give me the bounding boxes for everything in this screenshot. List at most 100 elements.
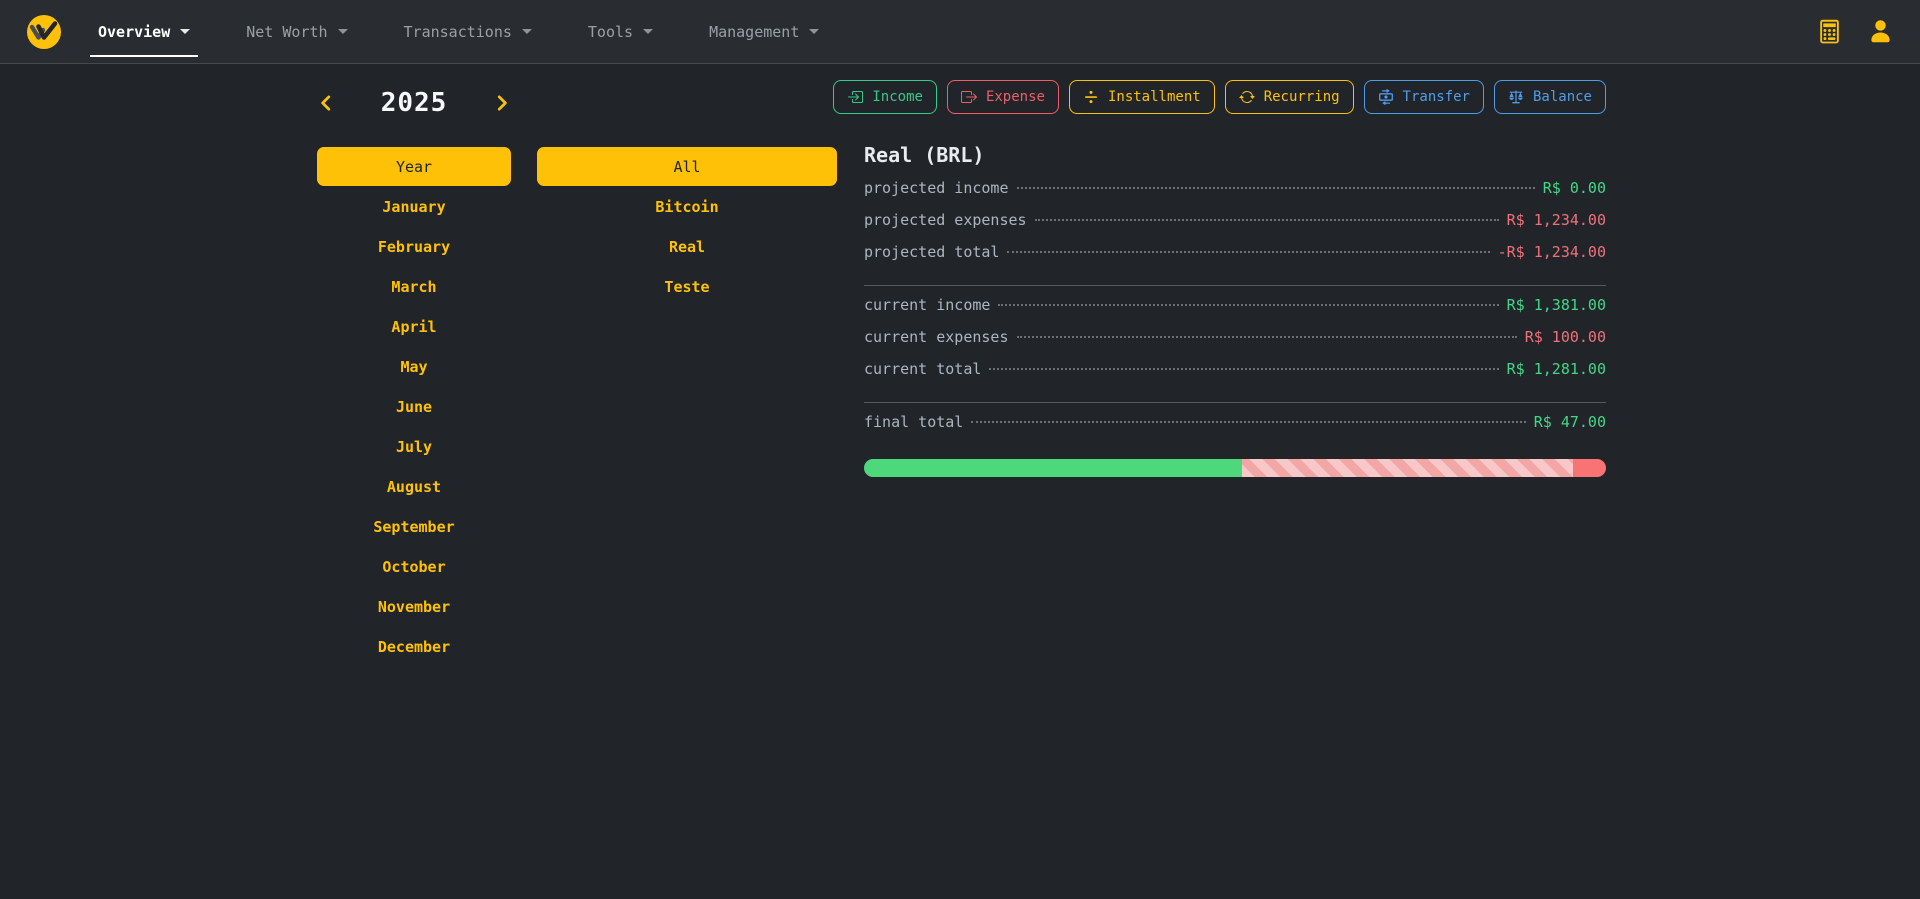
nav-item-label: Management (709, 23, 799, 41)
current-income-row: current income R$ 1,381.00 (864, 296, 1606, 328)
chevron-down-icon (643, 29, 653, 34)
month-link-october[interactable]: October (317, 547, 511, 587)
income-button-label: Income (872, 89, 923, 105)
row-value: R$ 47.00 (1534, 413, 1606, 431)
month-list: January February March April May June Ju… (317, 187, 511, 667)
account-summary-panel: Real (BRL) projected income R$ 0.00 proj… (864, 144, 1606, 477)
month-link-september[interactable]: September (317, 507, 511, 547)
chevron-down-icon (809, 29, 819, 34)
transfer-button-label: Transfer (1403, 89, 1470, 105)
user-icon[interactable] (1867, 18, 1894, 45)
dotted-leader (1017, 336, 1517, 338)
recurring-button-label: Recurring (1264, 89, 1340, 105)
arrow-repeat-icon (1239, 89, 1255, 105)
calculator-icon[interactable] (1816, 18, 1843, 45)
scales-icon (1508, 89, 1524, 105)
progress-segment-income (864, 459, 1242, 477)
row-value: R$ 1,381.00 (1507, 296, 1606, 314)
division-icon (1083, 89, 1099, 105)
month-link-january[interactable]: January (317, 187, 511, 227)
nav-item-label: Overview (98, 23, 170, 41)
dotted-leader (971, 421, 1525, 423)
balance-progress-bar (864, 459, 1606, 477)
dotted-leader (1035, 219, 1499, 221)
nav-item-overview[interactable]: Overview (92, 19, 196, 45)
year-button[interactable]: Year (317, 147, 511, 186)
account-list: Bitcoin Real Teste (537, 187, 837, 307)
brand-logo-icon[interactable] (26, 14, 62, 50)
month-link-april[interactable]: April (317, 307, 511, 347)
row-value: R$ 0.00 (1543, 179, 1606, 197)
summary-title: Real (BRL) (864, 144, 1606, 167)
box-arrow-in-right-icon (847, 89, 863, 105)
nav-item-net-worth[interactable]: Net Worth (240, 19, 353, 45)
transaction-actions: Income Expense Installment Recurring (864, 80, 1606, 114)
month-link-may[interactable]: May (317, 347, 511, 387)
transfer-button[interactable]: Transfer (1364, 80, 1484, 114)
account-link-real[interactable]: Real (537, 227, 837, 267)
next-year-icon[interactable] (493, 94, 511, 112)
box-arrow-right-icon (961, 89, 977, 105)
row-value: R$ 1,234.00 (1507, 211, 1606, 229)
nav-menu: Overview Net Worth Transactions Tools Ma… (92, 0, 825, 63)
installment-button[interactable]: Installment (1069, 80, 1215, 114)
row-label: projected expenses (864, 211, 1027, 229)
previous-year-icon[interactable] (317, 94, 335, 112)
progress-segment-projected-expenses (1242, 459, 1573, 477)
dotted-leader (998, 304, 1498, 306)
dotted-leader (989, 368, 1498, 370)
expense-button[interactable]: Expense (947, 80, 1059, 114)
month-link-november[interactable]: November (317, 587, 511, 627)
nav-item-label: Tools (588, 23, 633, 41)
nav-item-tools[interactable]: Tools (582, 19, 659, 45)
installment-button-label: Installment (1108, 89, 1201, 105)
year-label: 2025 (381, 88, 448, 118)
nav-item-management[interactable]: Management (703, 19, 825, 45)
year-navigation: 2025 (317, 84, 511, 122)
final-total-row: final total R$ 47.00 (864, 413, 1606, 445)
month-link-december[interactable]: December (317, 627, 511, 667)
month-link-march[interactable]: March (317, 267, 511, 307)
row-label: current expenses (864, 328, 1009, 346)
app-page: Overview Net Worth Transactions Tools Ma… (0, 0, 1920, 899)
nav-item-transactions[interactable]: Transactions (398, 19, 538, 45)
month-link-june[interactable]: June (317, 387, 511, 427)
month-link-july[interactable]: July (317, 427, 511, 467)
projected-expenses-row: projected expenses R$ 1,234.00 (864, 211, 1606, 243)
account-link-bitcoin[interactable]: Bitcoin (537, 187, 837, 227)
row-label: final total (864, 413, 963, 431)
navbar-right (1816, 18, 1894, 45)
balance-button[interactable]: Balance (1494, 80, 1606, 114)
expense-button-label: Expense (986, 89, 1045, 105)
row-label: projected total (864, 243, 999, 261)
row-label: current income (864, 296, 990, 314)
current-expenses-row: current expenses R$ 100.00 (864, 328, 1606, 360)
row-label: current total (864, 360, 981, 378)
cash-transfer-icon (1378, 89, 1394, 105)
chevron-down-icon (180, 29, 190, 34)
section-divider (864, 285, 1606, 286)
chevron-down-icon (522, 29, 532, 34)
row-value: -R$ 1,234.00 (1498, 243, 1606, 261)
dotted-leader (1017, 187, 1535, 189)
progress-segment-expenses (1573, 459, 1606, 477)
month-link-august[interactable]: August (317, 467, 511, 507)
all-accounts-button[interactable]: All (537, 147, 837, 186)
dotted-leader (1007, 251, 1489, 253)
row-value: R$ 100.00 (1525, 328, 1606, 346)
month-link-february[interactable]: February (317, 227, 511, 267)
nav-item-label: Transactions (404, 23, 512, 41)
account-link-teste[interactable]: Teste (537, 267, 837, 307)
income-button[interactable]: Income (833, 80, 937, 114)
projected-total-row: projected total -R$ 1,234.00 (864, 243, 1606, 275)
navbar: Overview Net Worth Transactions Tools Ma… (0, 0, 1920, 64)
current-total-row: current total R$ 1,281.00 (864, 360, 1606, 392)
row-label: projected income (864, 179, 1009, 197)
row-value: R$ 1,281.00 (1507, 360, 1606, 378)
chevron-down-icon (338, 29, 348, 34)
nav-item-label: Net Worth (246, 23, 327, 41)
recurring-button[interactable]: Recurring (1225, 80, 1354, 114)
balance-button-label: Balance (1533, 89, 1592, 105)
projected-income-row: projected income R$ 0.00 (864, 179, 1606, 211)
section-divider (864, 402, 1606, 403)
